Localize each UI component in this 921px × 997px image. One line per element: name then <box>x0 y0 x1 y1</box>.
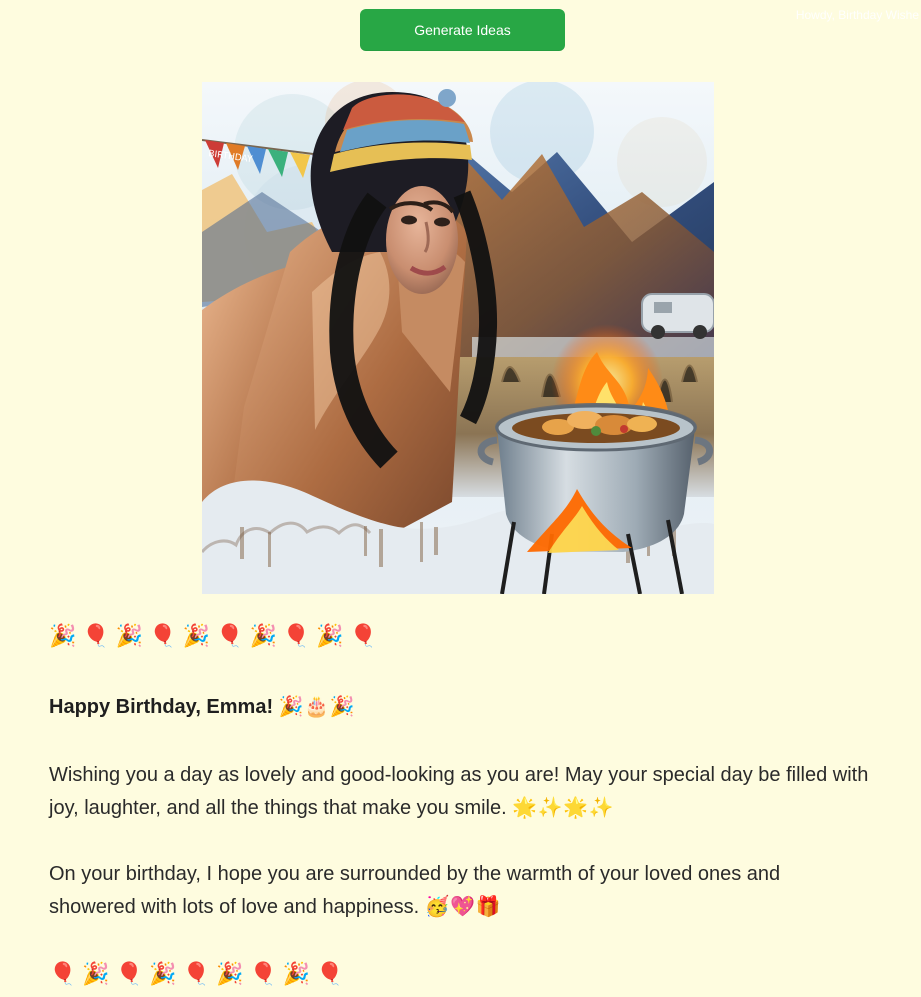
paragraph-1-emojis: 🌟✨🌟✨ <box>512 795 614 819</box>
greeting-emojis: 🎉🎂🎉 <box>278 694 355 718</box>
party-popper-emoji-bottom-4: 🎉 <box>282 962 310 987</box>
party-popper-emoji-2: 🎉 <box>115 624 143 649</box>
top-emoji-row: 🎉 🎈 🎉 🎈 🎉 🎈 🎉 🎈 🎉 🎈 <box>49 620 869 654</box>
party-popper-emoji-bottom-2: 🎉 <box>149 962 176 987</box>
top-right-greeting: Howdy, Birthday Wishe <box>795 8 919 22</box>
balloon-emoji-bottom-5: 🎈 <box>316 962 343 987</box>
paragraph-1-text: Wishing you a day as lovely and good-loo… <box>49 764 869 819</box>
balloon-emoji-2: 🎈 <box>149 624 176 649</box>
party-popper-emoji-bottom-1: 🎉 <box>82 962 109 987</box>
generate-ideas-button[interactable]: Generate Ideas <box>360 9 565 51</box>
message-paragraph-1: Wishing you a day as lovely and good-loo… <box>49 759 869 824</box>
balloon-emoji-4: 🎈 <box>282 624 310 649</box>
paragraph-2-text: On your birthday, I hope you are surroun… <box>49 863 781 918</box>
paragraph-2-emojis: 🥳💖🎁 <box>424 894 502 918</box>
balloon-emoji-bottom-4: 🎈 <box>249 962 276 987</box>
balloon-emoji-1: 🎈 <box>82 624 109 649</box>
party-popper-emoji-1: 🎉 <box>49 624 76 649</box>
message-paragraph-2: On your birthday, I hope you are surroun… <box>49 858 869 923</box>
party-popper-emoji-3: 🎉 <box>182 624 210 649</box>
birthday-illustration: BIRTHDAY <box>202 82 714 594</box>
party-popper-emoji-4: 🎉 <box>249 624 276 649</box>
birthday-message-content: 🎉 🎈 🎉 🎈 🎉 🎈 🎉 🎈 🎉 🎈 Happy Birthday, Emma… <box>49 620 869 992</box>
birthday-illustration-svg: BIRTHDAY <box>202 82 714 594</box>
party-popper-emoji-bottom-3: 🎉 <box>216 962 243 987</box>
balloon-emoji-5: 🎈 <box>349 624 377 649</box>
balloon-emoji-bottom-2: 🎈 <box>115 962 143 987</box>
balloon-emoji-3: 🎈 <box>216 624 243 649</box>
bottom-emoji-row: 🎈 🎉 🎈 🎉 🎈 🎉 🎈 🎉 🎈 <box>49 958 869 992</box>
party-popper-emoji-5: 🎉 <box>316 624 343 649</box>
greeting-text: Happy Birthday, Emma! <box>49 696 274 718</box>
balloon-emoji-bottom-3: 🎈 <box>182 962 210 987</box>
birthday-greeting: Happy Birthday, Emma! 🎉🎂🎉 <box>49 692 869 721</box>
balloon-emoji-bottom-1: 🎈 <box>49 962 76 987</box>
